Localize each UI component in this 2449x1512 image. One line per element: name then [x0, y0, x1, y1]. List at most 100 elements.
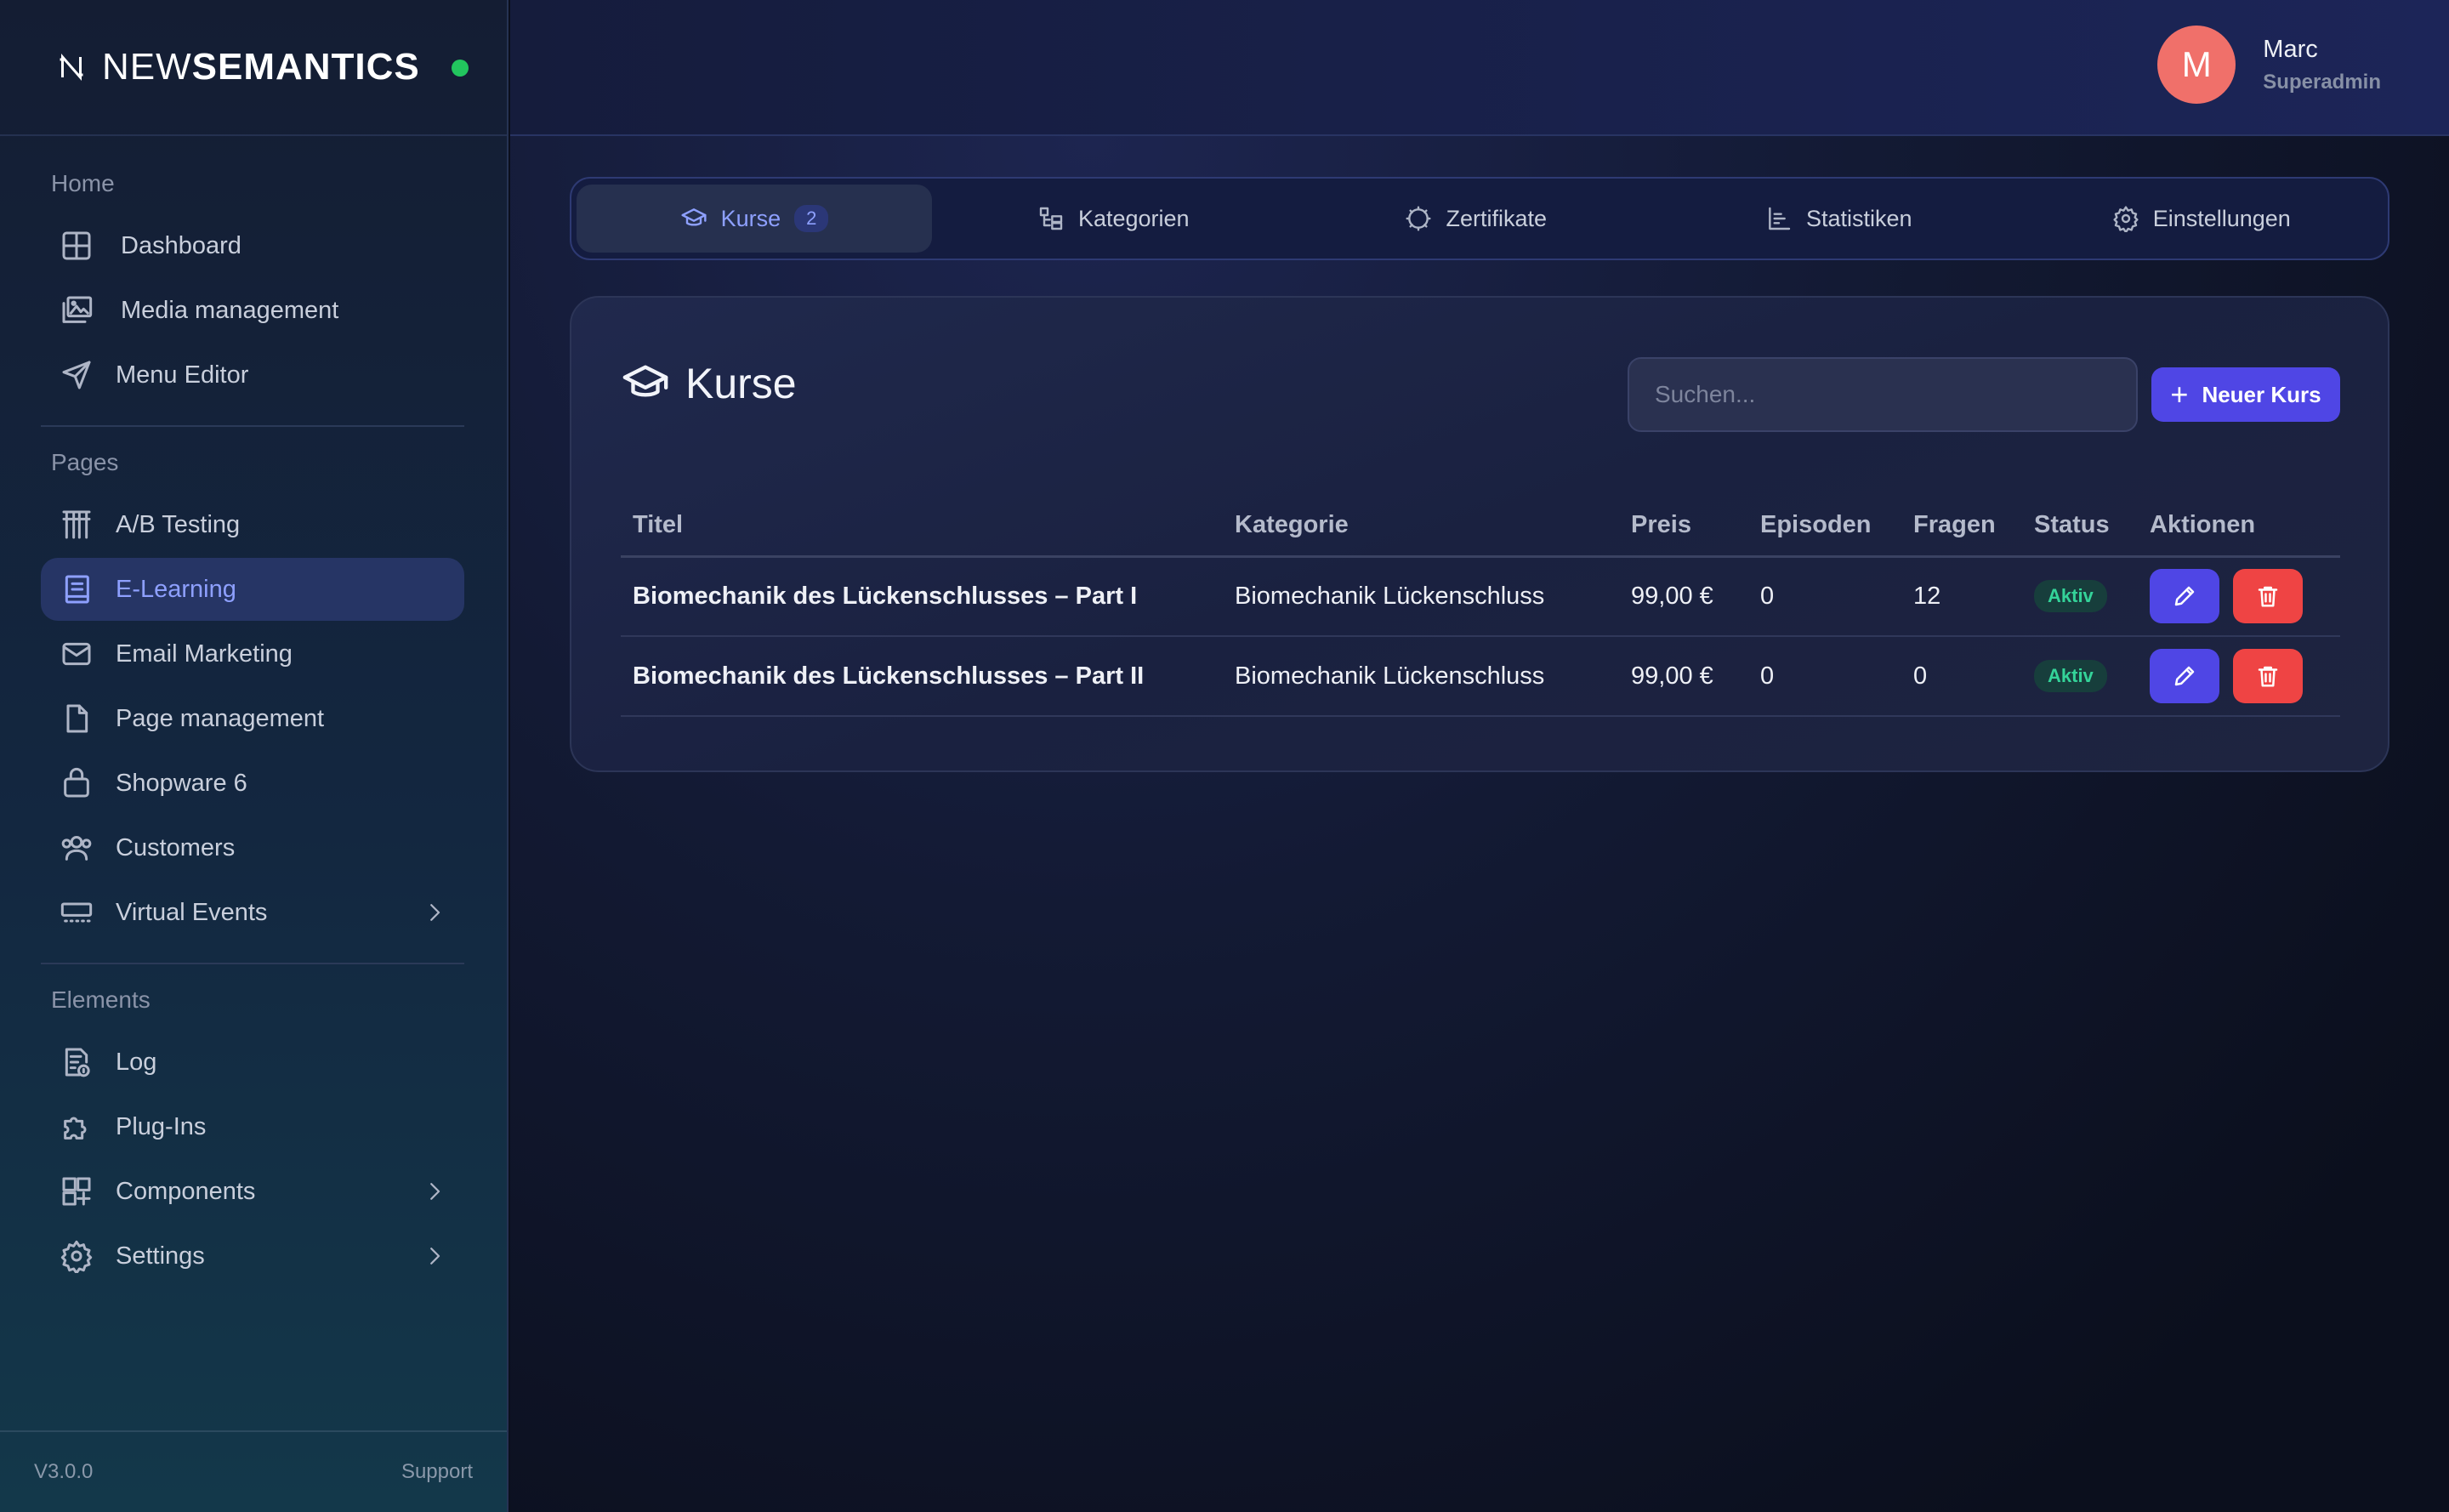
support-link[interactable]: Support	[401, 1460, 473, 1484]
tab-label: Kategorien	[1077, 205, 1190, 231]
tab-statistiken[interactable]: Statistiken	[1657, 185, 2020, 253]
sidebar: NEWSEMANTICS Home Dashboard Media manage…	[0, 0, 509, 1512]
puzzle-icon	[64, 1117, 87, 1140]
topbar: M Marc Superadmin	[510, 0, 2449, 136]
brand-header: NEWSEMANTICS	[0, 0, 507, 136]
sidebar-item-dashboard[interactable]: Dashboard	[41, 214, 464, 277]
trash-icon	[2258, 666, 2278, 687]
course-title[interactable]: Biomechanik des Lückenschlusses – Part I…	[621, 636, 1223, 717]
sidebar-item-log[interactable]: Log	[41, 1031, 464, 1094]
tab-label: Einstellungen	[2152, 205, 2291, 231]
tab-bar: Kurse 2 Kategorien Zertifikate Statistik…	[570, 177, 2389, 260]
course-questions: 0	[1901, 636, 2022, 717]
sidebar-footer: V3.0.0 Support	[0, 1430, 507, 1512]
keyboard-icon	[60, 902, 93, 923]
tab-kategorien[interactable]: Kategorien	[932, 185, 1295, 253]
column-header-price[interactable]: Preis	[1619, 495, 1748, 558]
table-header-row: Titel Kategorie Preis Episoden Fragen St…	[621, 495, 2340, 558]
sidebar-item-label: Customers	[116, 833, 236, 861]
sidebar-item-email-marketing[interactable]: Email Marketing	[41, 622, 464, 685]
actions-cell	[2138, 556, 2340, 637]
sidebar-item-label: Dashboard	[121, 231, 241, 259]
plus-icon: +	[2170, 377, 2189, 412]
sidebar-item-label: Media management	[121, 296, 339, 324]
course-category: Biomechanik Lückenschluss	[1223, 556, 1619, 637]
log-icon	[65, 1048, 90, 1077]
chart-icon	[1769, 207, 1791, 230]
column-header-status[interactable]: Status	[2022, 495, 2138, 558]
components-icon	[62, 1177, 91, 1206]
brand-name: NEWSEMANTICS	[102, 46, 420, 88]
course-questions: 12	[1901, 556, 2022, 637]
user-name: Marc	[2263, 35, 2318, 63]
status-cell: Aktiv	[2022, 556, 2138, 637]
pencil-icon	[2174, 666, 2195, 686]
sidebar-item-label: Email Marketing	[116, 639, 293, 668]
new-course-button[interactable]: + Neuer Kurs	[2151, 367, 2340, 422]
sidebar-item-label: Menu Editor	[116, 361, 249, 389]
delete-button[interactable]	[2233, 569, 2304, 624]
edit-button[interactable]	[2150, 569, 2219, 624]
tab-kurse[interactable]: Kurse 2	[577, 185, 932, 253]
card-title-text: Kurse	[685, 360, 797, 407]
column-header-questions[interactable]: Fragen	[1901, 495, 2022, 558]
sidebar-item-label: E-Learning	[116, 575, 236, 603]
table-row[interactable]: Biomechanik des Lückenschlusses – Part I…	[621, 636, 2340, 717]
version-label: V3.0.0	[34, 1460, 94, 1483]
gear-icon	[2113, 206, 2139, 232]
sidebar-item-settings[interactable]: Settings	[41, 1225, 464, 1287]
chevron-right-icon	[430, 1248, 440, 1265]
sidebar-item-e-learning[interactable]: E-Learning	[41, 558, 464, 621]
tab-zertifikate[interactable]: Zertifikate	[1295, 185, 1658, 253]
new-course-label: Neuer Kurs	[2202, 381, 2321, 407]
certificate-icon	[1406, 206, 1432, 231]
course-price: 99,00 €	[1619, 636, 1748, 717]
tab-einstellungen[interactable]: Einstellungen	[2020, 185, 2384, 253]
column-header-episodes[interactable]: Episoden	[1748, 495, 1901, 558]
column-header-title[interactable]: Titel	[621, 495, 1223, 558]
sidebar-item-ab-testing[interactable]: A/B Testing	[41, 493, 464, 556]
nav-section-pages: Pages A/B Testing E-Learning Email Marke…	[0, 449, 507, 964]
users-icon	[61, 836, 92, 861]
tab-label: Kurse	[720, 205, 781, 231]
sidebar-item-label: Components	[116, 1177, 256, 1205]
nav-section-elements: Elements Log Plug-Ins Components Setting…	[0, 986, 507, 1287]
sidebar-item-virtual-events[interactable]: Virtual Events	[41, 881, 464, 944]
images-icon	[62, 296, 93, 323]
user-role: Superadmin	[2263, 70, 2381, 94]
sidebar-item-media-management[interactable]: Media management	[41, 279, 464, 342]
nav-section-home: Home Dashboard Media management Menu Edi…	[0, 170, 507, 427]
category-icon	[1039, 207, 1063, 230]
sidebar-item-page-management[interactable]: Page management	[41, 687, 464, 750]
sidebar-item-label: Log	[116, 1048, 157, 1076]
pencil-icon	[2174, 587, 2195, 606]
table-row[interactable]: Biomechanik des Lückenschlusses – Part I…	[621, 556, 2340, 637]
user-menu[interactable]: M Marc Superadmin	[2157, 26, 2381, 104]
section-title-home: Home	[51, 170, 115, 196]
sidebar-item-label: Plug-Ins	[116, 1112, 207, 1140]
avatar[interactable]: M	[2157, 26, 2236, 104]
courses-card: Kurse + Neuer Kurs Titel Kategorie Preis…	[570, 296, 2389, 772]
sidebar-item-label: A/B Testing	[116, 510, 241, 538]
delete-button[interactable]	[2233, 649, 2304, 703]
main-content: Kurse 2 Kategorien Zertifikate Statistik…	[510, 136, 2449, 1512]
divider	[41, 963, 464, 964]
sidebar-item-menu-editor[interactable]: Menu Editor	[41, 344, 464, 406]
course-title[interactable]: Biomechanik des Lückenschlusses – Part I	[621, 556, 1223, 637]
column-header-category[interactable]: Kategorie	[1223, 495, 1619, 558]
chevron-right-icon	[430, 904, 440, 921]
search-input[interactable]	[1628, 357, 2138, 432]
count-badge: 2	[794, 205, 829, 232]
file-icon	[66, 704, 88, 733]
sidebar-item-label: Virtual Events	[116, 898, 268, 926]
sidebar-item-label: Settings	[116, 1242, 205, 1270]
sidebar-item-components[interactable]: Components	[41, 1160, 464, 1223]
graduation-cap-icon	[622, 365, 668, 397]
sidebar-item-shopware-6[interactable]: Shopware 6	[41, 752, 464, 815]
graduation-cap-icon	[681, 208, 707, 226]
sidebar-item-plug-ins[interactable]: Plug-Ins	[41, 1095, 464, 1158]
actions-cell	[2138, 636, 2340, 717]
edit-button[interactable]	[2150, 649, 2219, 703]
columns-icon	[62, 510, 91, 539]
sidebar-item-customers[interactable]: Customers	[41, 816, 464, 879]
